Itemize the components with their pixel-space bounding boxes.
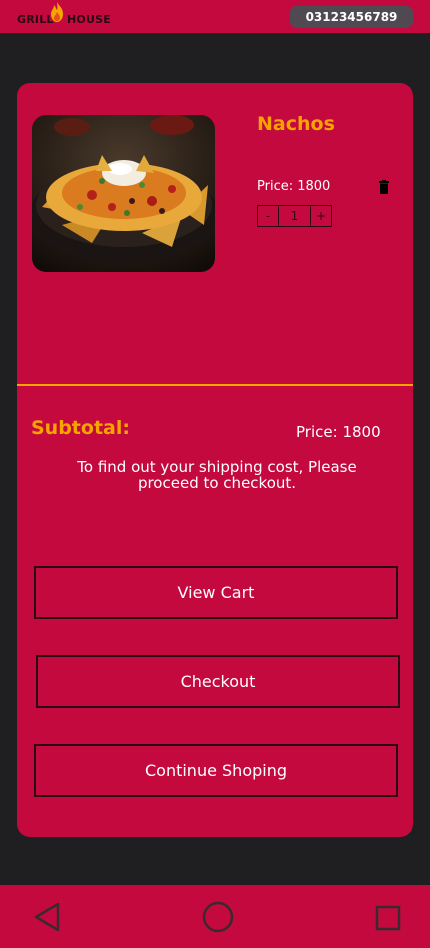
- trash-icon[interactable]: [378, 180, 390, 194]
- subtotal-label: Subtotal:: [31, 417, 130, 439]
- subtotal-price-value: 1800: [342, 423, 381, 441]
- home-icon[interactable]: [202, 901, 234, 933]
- recent-apps-icon[interactable]: [375, 905, 401, 931]
- subtotal-price-label: Price:: [296, 423, 338, 441]
- item-price-line: Price: 1800: [257, 179, 330, 194]
- item-price-value: 1800: [297, 179, 331, 194]
- logo-text-right: HOUSE: [67, 13, 111, 26]
- increment-button[interactable]: +: [310, 205, 332, 227]
- quantity-value[interactable]: 1: [278, 205, 311, 227]
- top-bar: GRILL HOUSE 03123456789: [0, 0, 430, 33]
- grill-house-logo[interactable]: GRILL HOUSE: [16, 2, 116, 28]
- item-price-label: Price:: [257, 179, 294, 194]
- view-cart-button[interactable]: View Cart: [34, 566, 398, 619]
- item-name: Nachos: [257, 113, 335, 135]
- phone-number-badge[interactable]: 03123456789: [290, 6, 413, 28]
- continue-shopping-button[interactable]: Continue Shoping: [34, 744, 398, 797]
- quantity-stepper: - 1 +: [257, 205, 332, 227]
- system-nav-bar: [0, 885, 430, 948]
- back-icon[interactable]: [33, 902, 61, 932]
- nachos-food-photo: [32, 115, 215, 272]
- flame-icon: [51, 2, 63, 22]
- decrement-button[interactable]: -: [257, 205, 279, 227]
- divider: [17, 384, 413, 386]
- subtotal-price: Price: 1800: [296, 423, 381, 441]
- cart-card: Nachos Price: 1800 - 1 + Subtotal: Price…: [17, 83, 413, 837]
- shipping-note: To find out your shipping cost, Please p…: [77, 458, 357, 492]
- checkout-button[interactable]: Checkout: [36, 655, 400, 708]
